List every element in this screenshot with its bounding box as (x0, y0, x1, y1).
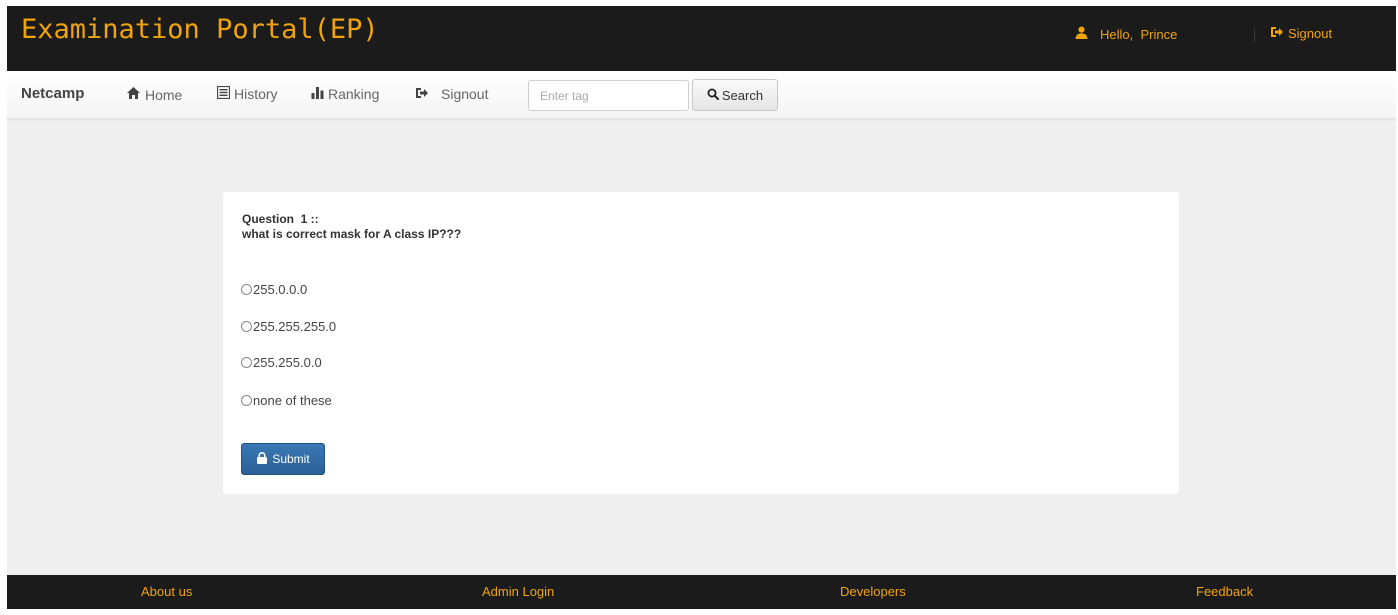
nav-brand[interactable]: Netcamp (21, 85, 84, 102)
header-divider (1254, 28, 1255, 42)
nav-item-signout[interactable]: Signout (415, 86, 488, 102)
header-bar: Examination Portal(EP) Hello, Prince Sig… (7, 6, 1396, 71)
nav-item-label: History (234, 86, 278, 102)
header-signout-label: Signout (1288, 26, 1333, 41)
search-button[interactable]: Search (692, 79, 778, 111)
answer-option[interactable]: 255.255.255.0 (241, 319, 336, 334)
bar-chart-icon (311, 86, 328, 102)
site-title: Examination Portal(EP) (21, 14, 379, 45)
nav-item-ranking[interactable]: Ranking (311, 86, 379, 102)
option-label: 255.0.0.0 (253, 282, 308, 297)
sign-out-icon (1270, 26, 1288, 41)
footer-link-developers[interactable]: Developers (840, 584, 906, 599)
question-text: what is correct mask for A class IP??? (242, 227, 462, 241)
answer-option[interactable]: 255.0.0.0 (241, 282, 307, 297)
nav-item-label: Home (145, 86, 183, 103)
user-icon (1075, 26, 1100, 42)
lock-icon (256, 451, 272, 467)
radio-button[interactable] (241, 395, 252, 406)
footer-link-feedback[interactable]: Feedback (1196, 584, 1253, 599)
answer-option[interactable]: 255.255.0.0 (241, 355, 322, 370)
greeting-text: Hello, Prince (1100, 26, 1178, 42)
radio-button[interactable] (241, 321, 252, 332)
search-input[interactable] (528, 80, 689, 111)
user-greeting: Hello, Prince (1075, 26, 1177, 42)
footer-link-admin-login[interactable]: Admin Login (482, 584, 554, 599)
nav-item-label: Ranking (328, 86, 380, 102)
search-icon (707, 88, 722, 103)
option-label: none of these (253, 393, 332, 408)
nav-item-home[interactable]: Home (126, 86, 182, 103)
nav-item-label: Signout (441, 86, 489, 102)
list-icon (216, 85, 234, 102)
radio-button[interactable] (241, 357, 252, 368)
footer: About us Admin Login Developers Feedback (7, 575, 1396, 609)
navbar: Netcamp Home History Ranking Signout Ent… (7, 71, 1396, 119)
page-frame: Examination Portal(EP) Hello, Prince Sig… (7, 6, 1396, 609)
sign-out-icon (415, 86, 441, 102)
footer-link-about-us[interactable]: About us (141, 584, 192, 599)
submit-button[interactable]: Submit (241, 443, 325, 475)
question-title: Question 1 :: what is correct mask for A… (242, 212, 461, 242)
option-label: 255.255.255.0 (253, 319, 337, 334)
search-button-label: Search (721, 87, 764, 103)
radio-button[interactable] (241, 284, 252, 295)
question-heading: Question 1 :: (242, 212, 319, 226)
home-icon (126, 86, 145, 103)
submit-button-label: Submit (272, 452, 310, 466)
option-label: 255.255.0.0 (253, 355, 322, 370)
question-card: Question 1 :: what is correct mask for A… (223, 192, 1179, 494)
answer-option[interactable]: none of these (241, 393, 332, 408)
nav-item-history[interactable]: History (216, 85, 278, 102)
header-signout-link[interactable]: Signout (1270, 26, 1332, 41)
